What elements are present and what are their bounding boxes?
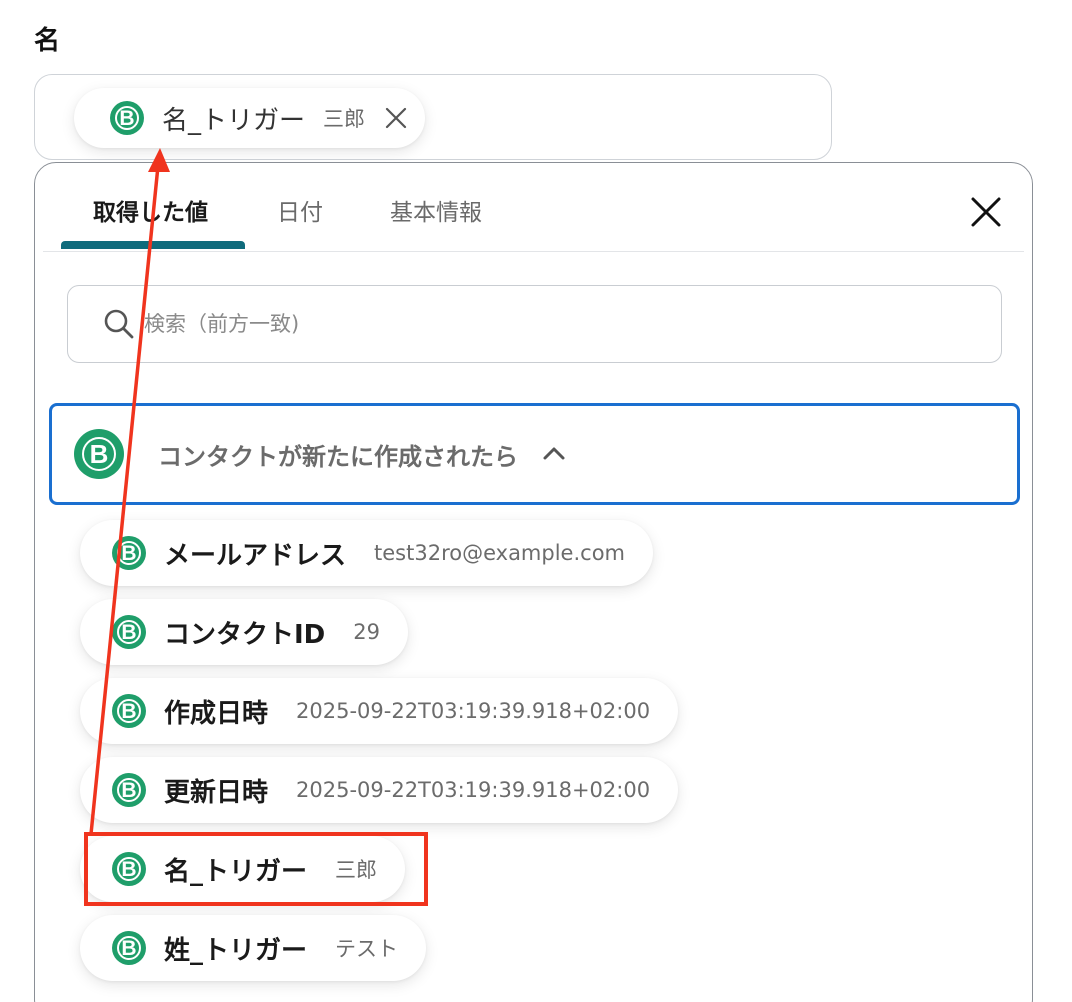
search-input[interactable] <box>142 311 946 337</box>
selected-variable-chip[interactable]: B 名_トリガー 三郎 <box>74 88 426 148</box>
variable-value: test32ro@example.com <box>374 541 626 565</box>
variable-value: テスト <box>335 937 399 961</box>
variable-value: 2025-09-22T03:19:39.918+02:00 <box>296 778 651 802</box>
variable-value: 三郎 <box>335 858 378 882</box>
b-logo-icon: B <box>112 536 146 570</box>
variable-label: 名_トリガー <box>164 856 308 887</box>
variable-value: 2025-09-22T03:19:39.918+02:00 <box>296 699 651 723</box>
variable-label: コンタクトID <box>164 619 326 650</box>
b-logo-icon: B <box>112 773 146 807</box>
b-logo-icon: B <box>110 101 144 135</box>
variable-item-created-at[interactable]: B 作成日時 2025-09-22T03:19:39.918+02:00 <box>80 678 679 744</box>
tab-basic-info[interactable]: 基本情報 <box>390 193 482 227</box>
section-title: コンタクトが新たに作成されたら <box>158 442 518 471</box>
variable-item-first-name[interactable]: B 名_トリガー 三郎 <box>80 836 406 902</box>
selected-chip-value: 三郎 <box>323 107 366 131</box>
search-icon <box>104 309 134 339</box>
variable-item-email[interactable]: B メールアドレス test32ro@example.com <box>80 520 654 586</box>
field-label: 名 <box>34 26 61 56</box>
b-logo-icon: B <box>112 852 146 886</box>
variable-picker-screen: 名 B 名_トリガー 三郎 取得した値 日付 基本情報 B コンタクト <box>0 0 1072 1002</box>
trigger-section-header[interactable]: B コンタクトが新たに作成されたら <box>49 403 1020 505</box>
search-box[interactable] <box>67 285 1002 363</box>
b-logo-icon: B <box>112 615 146 649</box>
variable-item-last-name[interactable]: B 姓_トリガー テスト <box>80 915 427 981</box>
tab-date[interactable]: 日付 <box>277 193 323 227</box>
b-logo-icon: B <box>112 694 146 728</box>
variable-label: 姓_トリガー <box>164 935 308 966</box>
tab-bar: 取得した値 日付 基本情報 <box>43 163 1024 252</box>
close-icon[interactable] <box>969 195 1003 229</box>
variable-item-contact-id[interactable]: B コンタクトID 29 <box>80 599 408 665</box>
selected-chip-label: 名_トリガー <box>162 105 306 136</box>
remove-chip-close-icon[interactable] <box>383 105 409 131</box>
variable-label: 作成日時 <box>164 698 269 729</box>
active-tab-indicator <box>61 241 245 249</box>
b-logo-icon: B <box>74 429 124 479</box>
tab-acquired-values[interactable]: 取得した値 <box>93 193 208 227</box>
variable-label: メールアドレス <box>164 540 347 571</box>
b-logo-icon: B <box>112 931 146 965</box>
variable-value: 29 <box>353 620 380 644</box>
chevron-up-icon <box>543 447 565 460</box>
variable-item-updated-at[interactable]: B 更新日時 2025-09-22T03:19:39.918+02:00 <box>80 757 679 823</box>
variable-label: 更新日時 <box>164 777 269 808</box>
